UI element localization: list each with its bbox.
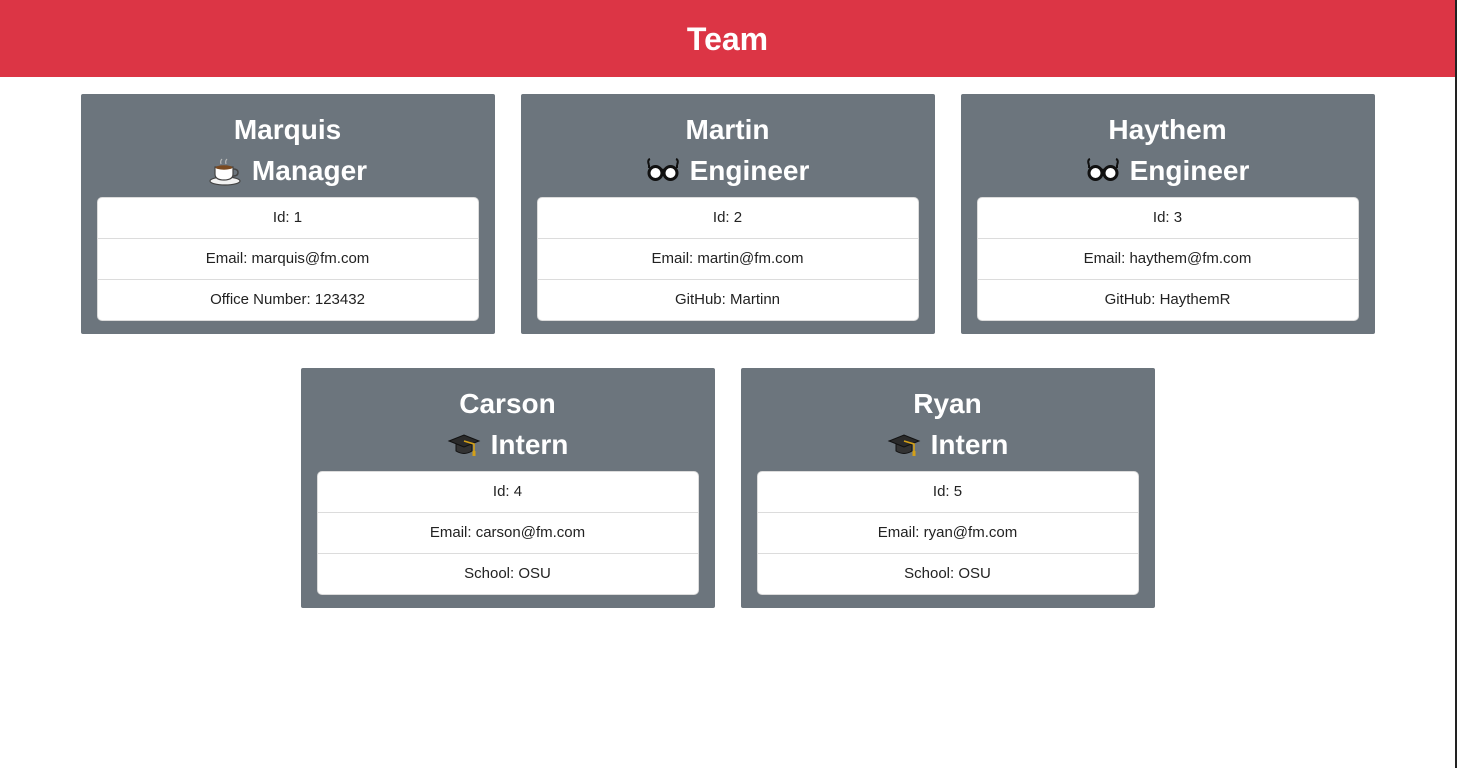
employee-role: Engineer [537,153,919,189]
employee-role: Intern [757,427,1139,463]
employee-role-label: Engineer [1129,155,1250,186]
employee-github: GitHub: HaythemR [977,279,1358,320]
employee-id: Id: 5 [932,483,963,500]
employee-name: Carson [459,388,556,419]
employee-card: Ryan Intern Id: 5 Email: ryan@fm.com Sch… [740,368,1155,608]
employee-email: Email: ryan@fm.com [757,512,1138,553]
employee-id: Id: 4 [492,483,523,500]
employee-role-label: Manager [251,155,368,186]
employee-card: Haythem Engineer Id: 3 Email: haythem@fm… [960,94,1375,334]
employee-id: Id: 3 [1152,209,1183,226]
employee-school: School: OSU [317,553,698,594]
employee-name: Martin [685,114,770,145]
employee-role-label: Intern [490,429,569,460]
glasses-icon [646,158,679,181]
employee-school: School: OSU [757,553,1138,594]
employee-role: Manager [97,153,479,189]
employee-role-label: Engineer [689,155,810,186]
page-title: Team [686,20,769,57]
employee-details: Id: 2 Email: martin@fm.com GitHub: Marti… [536,197,919,321]
employee-name: Ryan [913,388,982,419]
employee-role-label: Intern [930,429,1009,460]
employee-details: Id: 3 Email: haythem@fm.com GitHub: Hayt… [976,197,1359,321]
team-cards: Marquis Manager Id: 1 Email: marquis@fm.… [0,94,1455,608]
employee-details: Id: 4 Email: carson@fm.com School: OSU [316,471,699,595]
employee-details: Id: 5 Email: ryan@fm.com School: OSU [756,471,1139,595]
card-header: Carson Intern [317,386,699,463]
employee-card: Carson Intern Id: 4 Email: carson@fm.com… [300,368,715,608]
employee-email: Email: marquis@fm.com [97,238,478,279]
coffee-cup-icon [209,158,241,186]
employee-id: Id: 1 [272,209,303,226]
card-header: Martin Engineer [537,112,919,189]
employee-details: Id: 1 Email: marquis@fm.com Office Numbe… [96,197,479,321]
employee-name: Haythem [1108,114,1227,145]
graduation-cap-icon [887,434,920,456]
card-header: Ryan Intern [757,386,1139,463]
employee-email: Email: carson@fm.com [317,512,698,553]
card-header: Haythem Engineer [977,112,1359,189]
glasses-icon [1086,158,1119,181]
employee-id: Id: 2 [712,209,743,226]
employee-office-number: Office Number: 123432 [97,279,478,320]
employee-role: Intern [317,427,699,463]
employee-card: Marquis Manager Id: 1 Email: marquis@fm.… [80,94,495,334]
employee-email: Email: haythem@fm.com [977,238,1358,279]
graduation-cap-icon [447,434,480,456]
employee-email: Email: martin@fm.com [537,238,918,279]
employee-role: Engineer [977,153,1359,189]
page-header: Team [0,0,1455,77]
employee-github: GitHub: Martinn [537,279,918,320]
employee-card: Martin Engineer Id: 2 Email: martin@fm.c… [520,94,935,334]
employee-name: Marquis [233,114,342,145]
card-header: Marquis Manager [97,112,479,189]
